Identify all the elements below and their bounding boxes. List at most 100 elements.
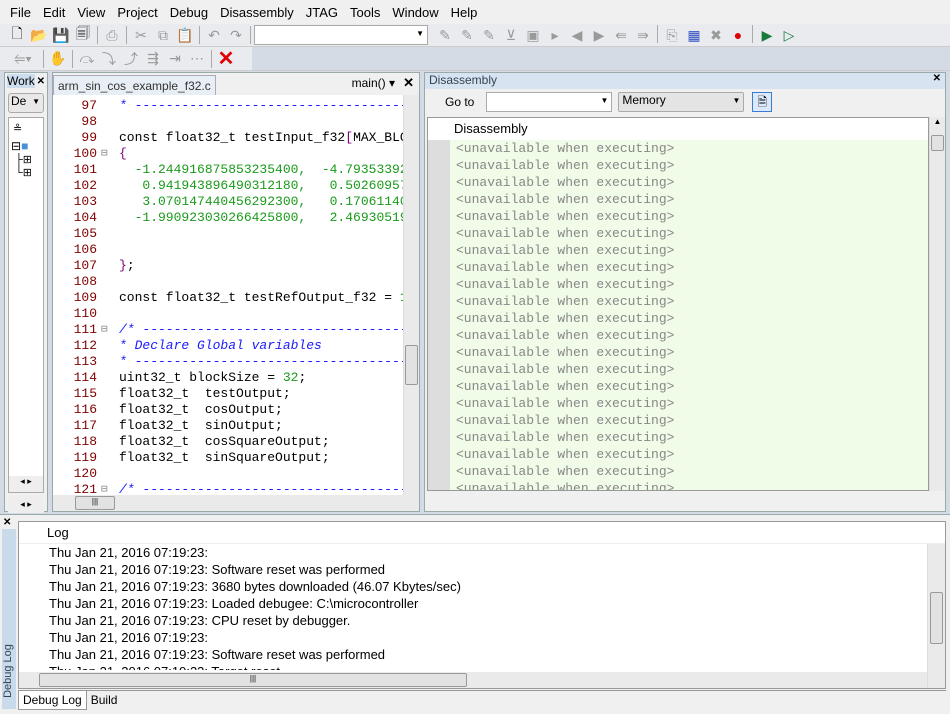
log-view[interactable]: Log Thu Jan 21, 2016 07:19:23: Thu Jan 21… xyxy=(18,521,946,689)
menu-debug[interactable]: Debug xyxy=(164,5,214,20)
horizontal-scrollbar[interactable]: ◂ ▸ xyxy=(9,476,43,492)
configuration-dropdown[interactable]: De xyxy=(8,93,44,113)
stop-debug-icon[interactable]: ✕ xyxy=(215,48,237,70)
new-file-icon[interactable]: 🗋 xyxy=(6,25,28,45)
horizontal-scrollbar[interactable]: ||| xyxy=(19,672,927,688)
debug-record-icon[interactable]: ● xyxy=(727,25,749,45)
disassembly-row[interactable]: <unavailable when executing> xyxy=(428,463,928,480)
redo-icon[interactable]: ↷ xyxy=(225,25,247,45)
tab-debug-log[interactable]: Debug Log xyxy=(18,691,87,710)
disassembly-row[interactable]: <unavailable when executing> xyxy=(428,276,928,293)
disassembly-row[interactable]: <unavailable when executing> xyxy=(428,174,928,191)
disassembly-row[interactable]: <unavailable when executing> xyxy=(428,157,928,174)
paste-icon[interactable]: 📋 xyxy=(174,25,196,45)
disassembly-row[interactable]: <unavailable when executing> xyxy=(428,412,928,429)
autostep-icon[interactable]: ⋯ xyxy=(186,49,208,69)
scrollbar-thumb[interactable]: ||| xyxy=(75,496,115,510)
scrollbar-thumb[interactable] xyxy=(930,592,943,644)
horizontal-scrollbar[interactable]: ◂ ▸ xyxy=(8,495,44,513)
project-node[interactable]: ⊟■ xyxy=(9,139,43,153)
menu-jtag[interactable]: JTAG xyxy=(300,5,344,20)
disassembly-row[interactable]: <unavailable when executing> xyxy=(428,378,928,395)
window-icon[interactable]: ▣ xyxy=(522,25,544,45)
cut-icon[interactable]: ✂ xyxy=(130,25,152,45)
log-row[interactable]: Thu Jan 21, 2016 07:19:23: Target reset xyxy=(19,663,945,670)
next-statement-icon[interactable]: ⇶ xyxy=(142,49,164,69)
disassembly-row[interactable]: <unavailable when executing> xyxy=(428,446,928,463)
disassembly-row[interactable]: <unavailable when executing> xyxy=(428,225,928,242)
run-to-cursor-icon[interactable]: ⇥ xyxy=(164,49,186,69)
download-debug-icon[interactable]: ▶ xyxy=(756,25,778,45)
column-header[interactable]: Log xyxy=(19,522,945,544)
save-all-icon[interactable]: 🗐 xyxy=(72,25,94,45)
step-out-icon[interactable]: ⤴ xyxy=(120,49,142,69)
menu-help[interactable]: Help xyxy=(445,5,484,20)
menu-disassembly[interactable]: Disassembly xyxy=(214,5,300,20)
breakpoint-icon[interactable]: ✎ xyxy=(456,25,478,45)
undo-icon[interactable]: ↶ xyxy=(203,25,225,45)
stop-hand-icon[interactable]: ✋ xyxy=(47,49,69,69)
debug-without-download-icon[interactable]: ▷ xyxy=(778,25,800,45)
menu-tools[interactable]: Tools xyxy=(344,5,386,20)
log-row[interactable]: Thu Jan 21, 2016 07:19:23: CPU reset by … xyxy=(19,612,945,629)
fold-toggle-icon[interactable]: ⊟ xyxy=(101,482,108,495)
disassembly-row[interactable]: <unavailable when executing> xyxy=(428,242,928,259)
print-icon[interactable]: ⎙ xyxy=(101,25,123,45)
vertical-scrollbar[interactable]: ▲ xyxy=(929,117,945,491)
scrollbar-thumb[interactable]: ||| xyxy=(39,673,467,687)
breakpoint-clear-icon[interactable]: ⊻ xyxy=(500,25,522,45)
function-dropdown[interactable]: main() ▾ xyxy=(352,76,395,90)
disassembly-row[interactable]: <unavailable when executing> xyxy=(428,344,928,361)
find-combo[interactable] xyxy=(254,25,428,45)
tab-source-file[interactable]: arm_sin_cos_example_f32.c xyxy=(53,75,216,95)
step-over-icon[interactable]: ⤼ xyxy=(76,49,98,69)
bookmark-icon[interactable]: ▸ xyxy=(544,25,566,45)
rebuild-icon[interactable]: ✖ xyxy=(705,25,727,45)
side-tab-label[interactable]: Debug Log xyxy=(2,641,14,701)
next-icon[interactable]: ▶ xyxy=(588,25,610,45)
close-icon[interactable]: ✕ xyxy=(37,76,45,87)
breakpoint-add-icon[interactable]: ✎ xyxy=(478,25,500,45)
disassembly-row[interactable]: <unavailable when executing> xyxy=(428,191,928,208)
vertical-scrollbar[interactable] xyxy=(927,544,945,688)
log-row[interactable]: Thu Jan 21, 2016 07:19:23: Loaded debuge… xyxy=(19,595,945,612)
disassembly-row[interactable]: <unavailable when executing> xyxy=(428,310,928,327)
prev-icon[interactable]: ◀ xyxy=(566,25,588,45)
scrollbar-thumb[interactable] xyxy=(405,345,418,385)
log-row[interactable]: Thu Jan 21, 2016 07:19:23: Software rese… xyxy=(19,561,945,578)
disassembly-row[interactable]: <unavailable when executing> xyxy=(428,208,928,225)
toggle-mixed-mode-icon[interactable]: 🗎 xyxy=(752,92,773,112)
disassembly-row[interactable]: <unavailable when executing> xyxy=(428,361,928,378)
menu-edit[interactable]: Edit xyxy=(37,5,71,20)
log-row[interactable]: Thu Jan 21, 2016 07:19:23: xyxy=(19,544,945,561)
close-icon[interactable]: ✕ xyxy=(403,75,414,91)
log-row[interactable]: Thu Jan 21, 2016 07:19:23: Software rese… xyxy=(19,646,945,663)
code-area[interactable]: 97 * ------------------------------------… xyxy=(53,95,403,495)
disassembly-view[interactable]: Disassembly <unavailable when executing>… xyxy=(427,117,929,491)
memory-zone-dropdown[interactable]: Memory xyxy=(618,92,745,112)
menu-window[interactable]: Window xyxy=(386,5,444,20)
compile-icon[interactable]: ⎘ xyxy=(661,25,683,45)
disassembly-row[interactable]: <unavailable when executing> xyxy=(428,140,928,157)
disassembly-row[interactable]: <unavailable when executing> xyxy=(428,480,928,490)
open-folder-icon[interactable]: 📂 xyxy=(28,25,50,45)
tree-node[interactable]: ├⊞ xyxy=(9,153,43,166)
make-icon[interactable]: ▦ xyxy=(683,25,705,45)
tab-build[interactable]: Build xyxy=(87,691,122,710)
log-row[interactable]: Thu Jan 21, 2016 07:19:23: 3680 bytes do… xyxy=(19,578,945,595)
toggle-breakpoint-icon[interactable]: ✎ xyxy=(434,25,456,45)
disassembly-row[interactable]: <unavailable when executing> xyxy=(428,293,928,310)
prev-bookmark-icon[interactable]: ⇚ xyxy=(610,25,632,45)
close-icon[interactable]: ✕ xyxy=(933,73,941,89)
close-icon[interactable]: ✕ xyxy=(3,517,11,528)
scrollbar-thumb[interactable] xyxy=(931,135,944,151)
disassembly-row[interactable]: <unavailable when executing> xyxy=(428,429,928,446)
fold-toggle-icon[interactable]: ⊟ xyxy=(101,146,108,162)
log-row[interactable]: Thu Jan 21, 2016 07:19:23: xyxy=(19,629,945,646)
copy-icon[interactable]: ⧉ xyxy=(152,25,174,45)
fold-toggle-icon[interactable]: ⊟ xyxy=(101,322,108,338)
tree-node[interactable]: └⊞ xyxy=(9,166,43,179)
step-dropdown-icon[interactable]: ⥢▾ xyxy=(6,49,40,69)
next-bookmark-icon[interactable]: ⇛ xyxy=(632,25,654,45)
horizontal-scrollbar[interactable]: ||| xyxy=(53,495,419,511)
